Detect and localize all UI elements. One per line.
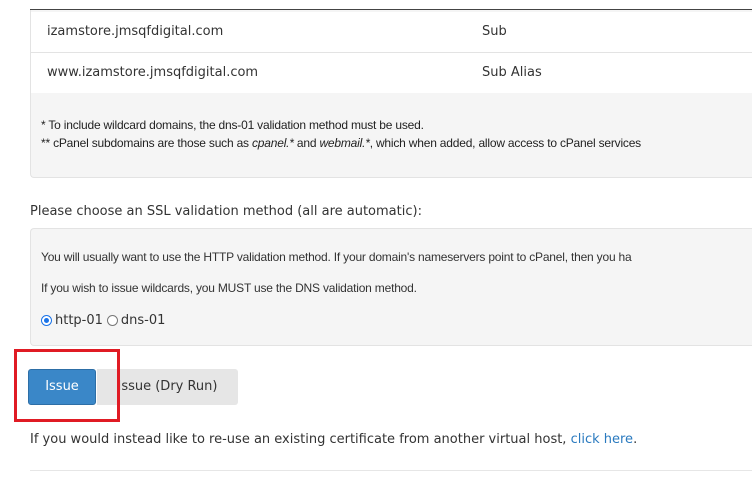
issue-dry-run-button[interactable]: Issue (Dry Run) (97, 369, 238, 405)
radio-dns01-label: dns-01 (120, 313, 166, 328)
radio-dns01[interactable]: dns-01 (106, 313, 166, 328)
table-row: www.izamstore.jmsqfdigital.com Sub Alias (31, 53, 752, 93)
domain-cell: www.izamstore.jmsqfdigital.com (47, 65, 259, 80)
radio-checked-icon[interactable] (41, 315, 52, 326)
type-cell: Sub (482, 24, 507, 39)
subdomains-note: ** cPanel subdomains are those such as c… (41, 136, 641, 150)
table-row: izamstore.jmsqfdigital.com Sub (31, 12, 752, 53)
reuse-certificate-text: If you would instead like to re-use an e… (30, 432, 638, 447)
validation-heading: Please choose an SSL validation method (… (30, 204, 422, 219)
wildcard-info-text: If you wish to issue wildcards, you MUST… (41, 281, 417, 295)
radio-unchecked-icon[interactable] (106, 315, 118, 326)
wildcard-note: * To include wildcard domains, the dns-0… (41, 118, 424, 132)
click-here-link[interactable]: click here (571, 432, 633, 447)
issue-button[interactable]: Issue (28, 369, 96, 405)
domain-cell: izamstore.jmsqfdigital.com (47, 24, 224, 39)
section-divider (30, 470, 752, 471)
http-info-text: You will usually want to use the HTTP va… (41, 250, 632, 264)
radio-http01[interactable]: http-01 (41, 313, 103, 328)
type-cell: Sub Alias (482, 65, 542, 80)
radio-http01-label: http-01 (55, 313, 103, 328)
validation-radio-group: http-01 dns-01 (41, 313, 165, 328)
